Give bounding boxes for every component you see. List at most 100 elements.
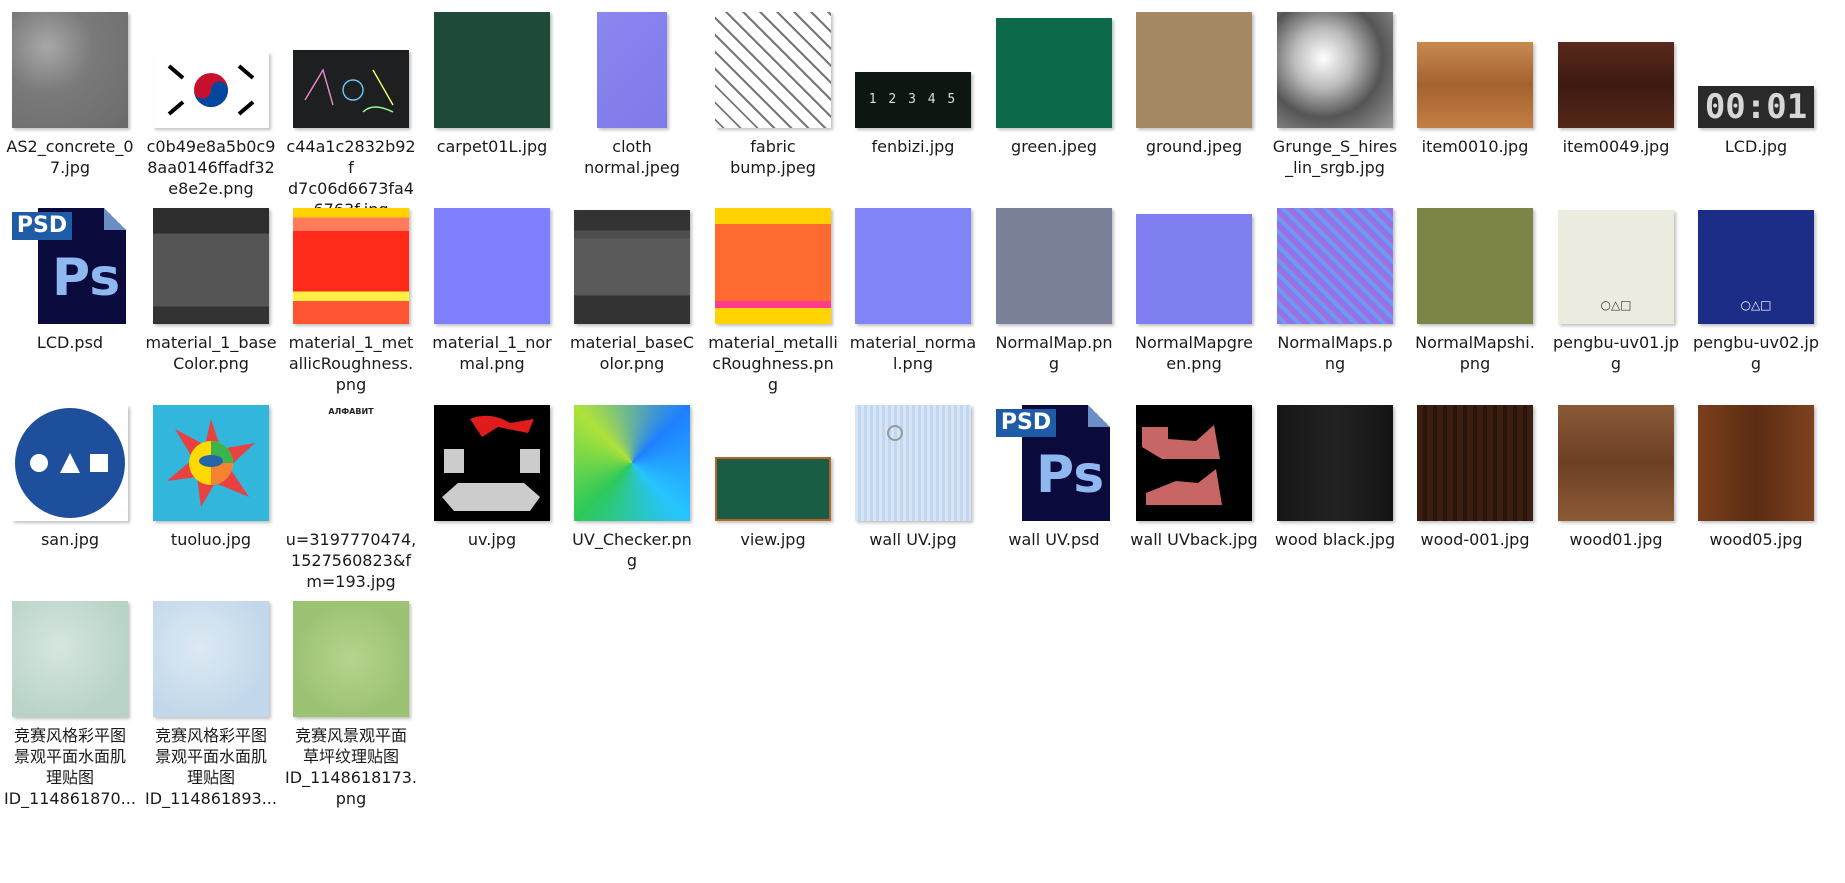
file-item[interactable]: wall UVback.jpg — [1124, 405, 1264, 550]
file-item[interactable]: NormalMapshi. png — [1405, 208, 1545, 374]
file-item[interactable]: АЛФАВИТ u=3197770474, 1527560823&f m=193.… — [281, 405, 421, 592]
psd-badge: PSD — [12, 212, 72, 240]
fenbizi-thumbnail: 1 2 3 4 5 — [855, 72, 971, 128]
file-thumbnail-area: 00:01 — [1686, 12, 1826, 128]
wood05-thumbnail — [1698, 405, 1814, 521]
file-item[interactable]: item0049.jpg — [1546, 12, 1686, 157]
file-item[interactable]: 00:01 LCD.jpg — [1686, 12, 1826, 157]
file-name-label: pengbu-uv02.jp g — [1692, 333, 1820, 373]
file-name-label: material_metalli cRoughness.pn g — [708, 333, 838, 394]
file-thumbnail-area — [984, 12, 1124, 128]
file-item[interactable]: material_1_base Color.png — [141, 208, 281, 374]
wood-001-thumbnail — [1417, 405, 1533, 521]
file-name-label: wood-001.jpg — [1420, 530, 1530, 549]
file-name-label: fabric bump.jpeg — [730, 137, 816, 177]
shape-symbols: ○△□ — [1600, 298, 1632, 312]
file-item[interactable]: san.jpg — [0, 405, 140, 550]
file-name-label: fenbizi.jpg — [871, 137, 955, 156]
file-item[interactable]: NormalMap.pn g — [984, 208, 1124, 374]
file-item[interactable]: cloth normal.jpeg — [562, 12, 702, 178]
file-thumbnail-area — [422, 208, 562, 324]
normalmapshi-thumbnail — [1417, 208, 1533, 324]
file-item[interactable]: PSD Ps LCD.psd — [0, 208, 140, 353]
view-thumbnail — [715, 457, 831, 521]
file-thumbnail-area — [1405, 12, 1545, 128]
file-item[interactable]: ○△□ pengbu-uv01.jp g — [1546, 208, 1686, 374]
file-item[interactable]: ○△□ pengbu-uv02.jp g — [1686, 208, 1826, 374]
mat-base2-thumbnail — [574, 210, 690, 324]
file-thumbnail-area — [281, 12, 421, 128]
file-name-label: UV_Checker.pn g — [572, 530, 692, 570]
file-name-label: ground.jpeg — [1145, 137, 1243, 156]
file-item[interactable]: material_1_nor mal.png — [422, 208, 562, 374]
file-thumbnail-area — [422, 405, 562, 521]
file-item[interactable]: item0010.jpg — [1405, 12, 1545, 157]
file-thumbnail-area — [1546, 405, 1686, 521]
water-green-thumbnail — [12, 601, 128, 717]
file-item[interactable]: PSD Ps wall UV.psd — [984, 405, 1124, 550]
file-item[interactable]: AS2_concrete_0 7.jpg — [0, 12, 140, 178]
file-thumbnail-area — [1124, 405, 1264, 521]
file-item[interactable]: carpet01L.jpg — [422, 12, 562, 157]
file-name-label: item0010.jpg — [1421, 137, 1529, 156]
file-item[interactable]: 竞赛风景观平面 草坪纹理贴图 ID_1148618173. png — [281, 601, 421, 809]
file-item[interactable]: NormalMaps.p ng — [1265, 208, 1405, 374]
file-thumbnail-area: ○△□ — [1546, 208, 1686, 324]
file-name-label: san.jpg — [40, 530, 100, 549]
wood-black-thumbnail — [1277, 405, 1393, 521]
file-thumbnail-area — [1405, 405, 1545, 521]
file-item[interactable]: 竞赛风格彩平图 景观平面水面肌 理贴图 ID_114861893... — [141, 601, 281, 809]
file-thumbnail-area: PSD Ps — [984, 405, 1124, 521]
file-thumbnail-area — [843, 405, 983, 521]
file-item[interactable]: wood black.jpg — [1265, 405, 1405, 550]
file-item[interactable]: wood01.jpg — [1546, 405, 1686, 550]
file-item[interactable]: NormalMapgre en.png — [1124, 208, 1264, 374]
wood-light-thumbnail — [1417, 42, 1533, 128]
file-name-label: LCD.jpg — [1724, 137, 1788, 156]
file-item[interactable]: 竞赛风格彩平图 景观平面水面肌 理贴图 ID_114861870... — [0, 601, 140, 809]
file-thumbnail-area: 1 2 3 4 5 — [843, 12, 983, 128]
file-thumbnail-area — [562, 208, 702, 324]
file-item[interactable]: c44a1c2832b92f d7c06d6673fa4 6763f.jpg — [281, 12, 421, 220]
file-item[interactable]: wall UV.jpg — [843, 405, 983, 550]
file-thumbnail-area — [1686, 405, 1826, 521]
file-item[interactable]: view.jpg — [703, 405, 843, 550]
file-item[interactable]: fabric bump.jpeg — [703, 12, 843, 178]
file-item[interactable]: green.jpeg — [984, 12, 1124, 157]
file-item[interactable]: c0b49e8a5b0c9 8aa0146ffadf32 e8e2e.png — [141, 12, 281, 199]
file-item[interactable]: uv.jpg — [422, 405, 562, 550]
file-name-label: uv.jpg — [467, 530, 517, 549]
psd-file-icon: PSD Ps — [996, 405, 1112, 521]
file-item[interactable]: 1 2 3 4 5 fenbizi.jpg — [843, 12, 983, 157]
file-thumbnail-area — [843, 208, 983, 324]
file-item[interactable]: wood-001.jpg — [1405, 405, 1545, 550]
file-item[interactable]: material_baseC olor.png — [562, 208, 702, 374]
file-name-label: wood05.jpg — [1709, 530, 1803, 549]
file-name-label: wall UVback.jpg — [1130, 530, 1258, 549]
file-item[interactable]: ground.jpeg — [1124, 12, 1264, 157]
pengbu-blue-thumbnail: ○△□ — [1698, 210, 1814, 324]
file-thumbnail-area — [703, 405, 843, 521]
file-name-label: LCD.psd — [36, 333, 104, 352]
file-thumbnail-area — [1405, 208, 1545, 324]
file-thumbnail-area — [1265, 405, 1405, 521]
file-item[interactable]: material_norma l.png — [843, 208, 983, 374]
file-item[interactable]: material_1_met allicRoughness. png — [281, 208, 421, 395]
file-name-label: 竞赛风景观平面 草坪纹理贴图 ID_1148618173. png — [285, 726, 417, 808]
file-item[interactable]: material_metalli cRoughness.pn g — [703, 208, 843, 395]
wall-uvback-thumbnail — [1136, 405, 1252, 521]
file-name-label: material_1_nor mal.png — [432, 333, 552, 373]
file-thumbnail-area — [1265, 208, 1405, 324]
file-name-label: cloth normal.jpeg — [584, 137, 680, 177]
file-item[interactable]: tuoluo.jpg — [141, 405, 281, 550]
file-thumbnail-area — [1546, 12, 1686, 128]
file-item[interactable]: UV_Checker.pn g — [562, 405, 702, 571]
pengbu-white-thumbnail: ○△□ — [1558, 210, 1674, 324]
file-name-label: green.jpeg — [1011, 137, 1097, 156]
file-name-label: item0049.jpg — [1562, 137, 1670, 156]
psd-badge: PSD — [996, 409, 1056, 437]
file-name-label: 竞赛风格彩平图 景观平面水面肌 理贴图 ID_114861870... — [4, 726, 136, 808]
file-item[interactable]: Grunge_S_hires _lin_srgb.jpg — [1265, 12, 1405, 178]
file-item[interactable]: wood05.jpg — [1686, 405, 1826, 550]
psd-file-icon: PSD Ps — [12, 208, 128, 324]
